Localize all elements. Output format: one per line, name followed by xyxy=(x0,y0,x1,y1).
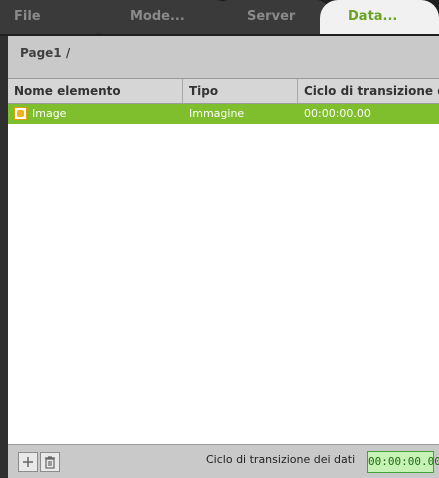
trash-icon xyxy=(45,456,55,469)
header-tipo[interactable]: Tipo xyxy=(189,79,293,103)
tab-mode[interactable]: Mode... xyxy=(100,0,230,34)
transition-cycle-label: Ciclo di transizione dei dati xyxy=(206,453,356,466)
tab-file-label: File xyxy=(14,9,41,24)
tab-server-label: Server xyxy=(247,9,296,24)
add-button[interactable] xyxy=(18,452,38,472)
window: File Mode... Server Data... Page1 / Nome… xyxy=(0,0,439,478)
bottom-toolbar: Ciclo di transizione dei dati 00:00:00.0… xyxy=(8,444,439,478)
column-divider[interactable] xyxy=(182,79,183,103)
table-row[interactable]: Image Immagine 00:00:00.00 xyxy=(8,104,439,124)
table-header: Nome elemento Tipo Ciclo di transizione … xyxy=(8,79,439,104)
tab-mode-label: Mode... xyxy=(130,9,185,24)
header-nome-elemento[interactable]: Nome elemento xyxy=(14,79,180,103)
tab-server[interactable]: Server xyxy=(215,0,330,34)
delete-button[interactable] xyxy=(40,452,60,472)
tab-bar: File Mode... Server Data... xyxy=(0,0,439,36)
tab-data-label: Data... xyxy=(348,9,398,24)
elements-table: Nome elemento Tipo Ciclo di transizione … xyxy=(8,78,439,445)
row-name: Image xyxy=(32,107,67,120)
breadcrumb[interactable]: Page1 / xyxy=(20,46,70,60)
tab-data[interactable]: Data... xyxy=(320,0,439,34)
row-time: 00:00:00.00 xyxy=(304,107,371,120)
tab-file[interactable]: File xyxy=(0,0,113,34)
row-type: Immagine xyxy=(189,107,245,120)
header-ciclo-transizione[interactable]: Ciclo di transizione dei xyxy=(304,79,439,103)
image-icon xyxy=(14,107,27,120)
column-divider[interactable] xyxy=(297,79,298,103)
plus-icon xyxy=(23,457,33,467)
transition-time-field[interactable]: 00:00:00.00 xyxy=(367,451,439,473)
